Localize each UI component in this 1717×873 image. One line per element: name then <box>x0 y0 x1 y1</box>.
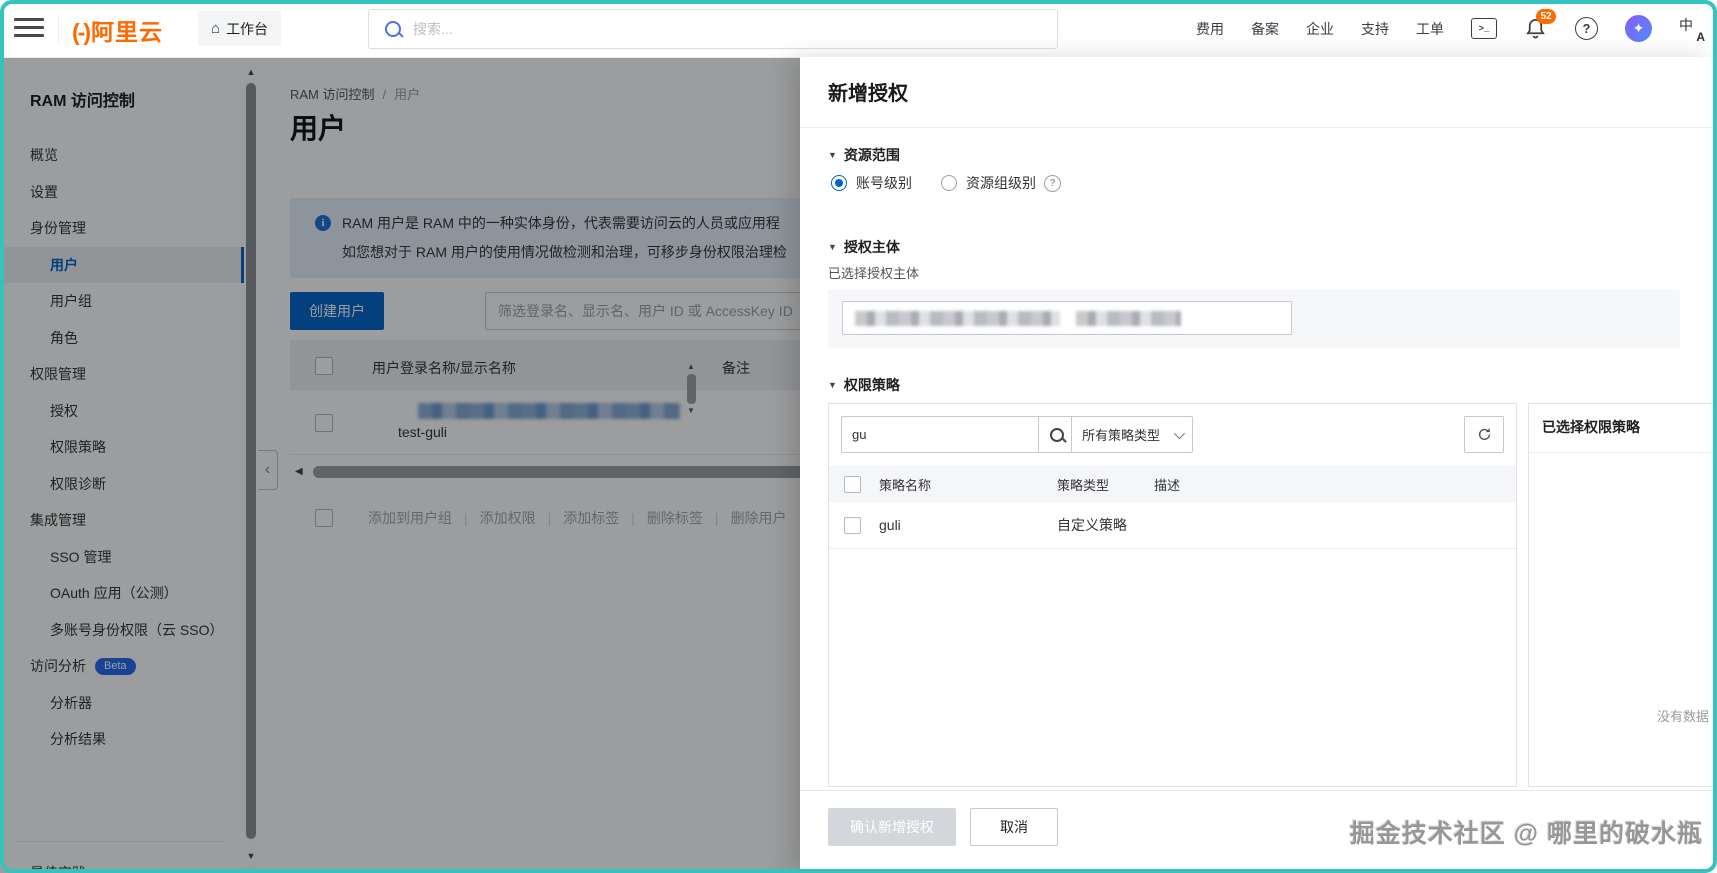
scope-radio-group: 账号级别 资源组级别 ? <box>831 173 1061 193</box>
section-policy[interactable]: ▼ 权限策略 <box>828 375 900 395</box>
policy-table-header: 策略名称 策略类型 描述 <box>829 466 1516 502</box>
policy-name: guli <box>879 517 901 533</box>
notification-badge: 52 <box>1536 8 1556 24</box>
add-grant-drawer: 新增授权 ▼ 资源范围 账号级别 资源组级别 ? ▼ 授权主体 已选择授权主体 … <box>800 57 1717 873</box>
top-navbar: (-)阿里云 ⌂ 工作台 费用 备案 企业 支持 工单 >_ 52 ? ✦ <box>0 0 1717 58</box>
policy-row-checkbox[interactable] <box>844 516 861 534</box>
policy-search <box>841 416 1076 453</box>
nav-link-icp[interactable]: 备案 <box>1251 19 1279 39</box>
selected-principal-label: 已选择授权主体 <box>828 266 920 281</box>
drawer-footer-divider <box>800 790 1717 791</box>
caret-down-icon: ▼ <box>828 150 837 160</box>
selected-policies-panel: 已选择权限策略 没有数据 <box>1528 403 1717 787</box>
policy-table-row[interactable]: guli 自定义策略 <box>829 502 1516 549</box>
caret-down-icon: ▼ <box>828 242 837 252</box>
caret-down-icon: ▼ <box>828 380 837 390</box>
hamburger-menu-icon[interactable] <box>14 18 44 38</box>
section-principal-label: 授权主体 <box>843 239 900 255</box>
language-en-glyph: A <box>1696 29 1705 44</box>
watermark-text: 掘金技术社区 @ 哪里的破水瓶 <box>1349 820 1703 848</box>
censored-principal-part1 <box>855 310 1060 326</box>
help-icon[interactable]: ? <box>1575 17 1598 40</box>
chevron-down-icon <box>1173 427 1186 439</box>
modal-dim-overlay[interactable] <box>0 57 800 873</box>
section-policy-label: 权限策略 <box>843 377 900 393</box>
policy-search-input[interactable] <box>841 416 1038 453</box>
radio-resource-group-level[interactable] <box>941 175 957 191</box>
global-search-input[interactable] <box>411 20 966 38</box>
notifications-button[interactable]: 52 <box>1524 8 1556 42</box>
policy-col-type: 策略类型 <box>1057 477 1110 493</box>
aliyun-logo-text: 阿里云 <box>90 19 163 45</box>
selected-policies-empty-text: 没有数据 <box>1657 709 1710 724</box>
principal-panel <box>828 290 1680 348</box>
selected-policies-title: 已选择权限策略 <box>1542 419 1640 435</box>
search-icon <box>385 21 401 37</box>
nav-link-support[interactable]: 支持 <box>1361 19 1389 39</box>
aliyun-logo[interactable]: (-)阿里云 <box>72 13 163 47</box>
resource-group-help-icon[interactable]: ? <box>1044 174 1061 192</box>
language-zh-glyph: 中 <box>1679 16 1693 33</box>
policy-type: 自定义策略 <box>1057 517 1127 533</box>
principal-input[interactable] <box>842 301 1292 335</box>
policy-select-all-checkbox[interactable] <box>844 475 861 493</box>
home-icon: ⌂ <box>211 20 221 37</box>
confirm-grant-button[interactable]: 确认新增授权 <box>828 808 956 846</box>
censored-principal-part2 <box>1076 310 1181 326</box>
app-window: (-)阿里云 ⌂ 工作台 费用 备案 企业 支持 工单 >_ 52 ? ✦ <box>0 0 1717 873</box>
language-switcher-icon[interactable]: 中 A <box>1679 16 1705 44</box>
nav-link-enterprise[interactable]: 企业 <box>1306 19 1334 39</box>
workbench-button[interactable]: ⌂ 工作台 <box>198 11 282 46</box>
policy-refresh-button[interactable] <box>1464 416 1504 453</box>
section-resource-scope-label: 资源范围 <box>843 147 900 163</box>
section-resource-scope[interactable]: ▼ 资源范围 <box>828 145 900 165</box>
policy-type-dropdown[interactable]: 所有策略类型 <box>1071 416 1193 453</box>
drawer-title: 新增授权 <box>828 83 908 105</box>
section-principal[interactable]: ▼ 授权主体 <box>828 237 900 257</box>
workbench-label: 工作台 <box>226 20 269 37</box>
global-search <box>368 9 1058 49</box>
navbar-right-group: 费用 备案 企业 支持 工单 >_ 52 ? ✦ 中 A <box>1196 0 1705 57</box>
radio-resource-group-level-label[interactable]: 资源组级别 <box>966 173 1036 193</box>
policy-col-desc: 描述 <box>1154 477 1181 493</box>
drawer-title-divider <box>800 127 1717 128</box>
policy-col-name: 策略名称 <box>879 477 932 493</box>
navbar-divider <box>58 14 59 44</box>
nav-link-billing[interactable]: 费用 <box>1196 19 1224 39</box>
cloudshell-icon[interactable]: >_ <box>1471 18 1497 39</box>
policy-list-panel: 所有策略类型 策略名称 策略类型 描述 guli 自定义策略 <box>828 403 1517 787</box>
policy-type-dropdown-value: 所有策略类型 <box>1082 428 1161 443</box>
aliyun-logo-mark: (-) <box>72 19 91 45</box>
assistant-icon[interactable]: ✦ <box>1625 15 1652 42</box>
refresh-icon <box>1478 428 1490 441</box>
selected-policies-divider <box>1529 452 1717 453</box>
radio-account-level[interactable] <box>831 175 847 191</box>
search-icon <box>1050 427 1064 442</box>
cancel-button[interactable]: 取消 <box>970 808 1058 846</box>
radio-account-level-label[interactable]: 账号级别 <box>856 173 912 193</box>
nav-link-tickets[interactable]: 工单 <box>1416 19 1444 39</box>
